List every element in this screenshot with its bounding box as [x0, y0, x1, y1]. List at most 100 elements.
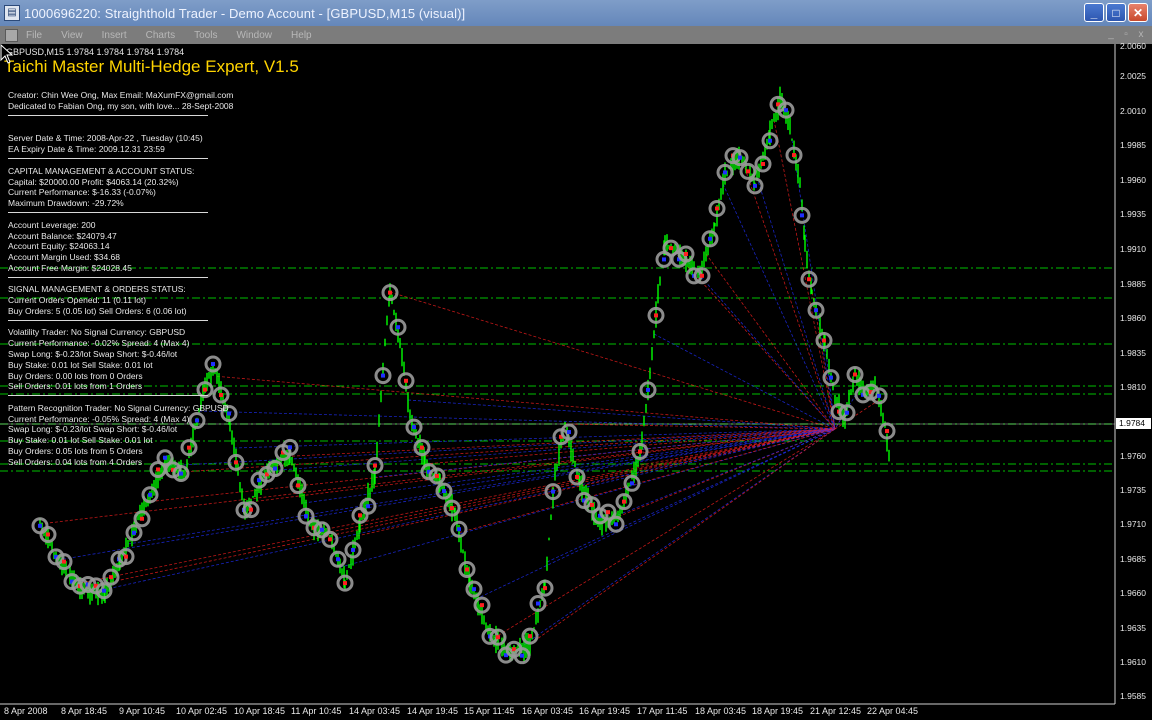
order-marker-dot [575, 474, 579, 479]
price-label: 2.0010 [1120, 106, 1146, 116]
info-capital-header: CAPITAL MANAGEMENT & ACCOUNT STATUS: [8, 166, 195, 176]
window-title: 1000696220: Straighthold Trader - Demo A… [24, 5, 466, 21]
menu-window[interactable]: Window [236, 30, 272, 41]
separator [8, 212, 208, 213]
hedge-order-line [722, 183, 836, 430]
info-buy-sell-orders: Buy Orders: 5 (0.05 lot) Sell Orders: 6 … [8, 306, 187, 316]
order-marker-dot [877, 393, 881, 398]
order-marker-dot [234, 460, 238, 465]
mouse-cursor-icon [0, 44, 14, 64]
time-label: 22 Apr 04:45 [867, 706, 919, 716]
order-marker-dot [219, 393, 223, 398]
hedge-order-line [511, 428, 836, 654]
price-label: 1.9860 [1120, 313, 1146, 323]
order-marker-dot [465, 567, 469, 572]
order-marker-dot [738, 155, 742, 160]
order-marker-dot [457, 527, 461, 532]
separator [8, 277, 208, 278]
menu-file[interactable]: File [26, 30, 42, 41]
hedge-order-line [687, 261, 836, 430]
order-marker-dot [388, 290, 392, 295]
order-marker-dot [38, 523, 42, 528]
price-label: 1.9960 [1120, 175, 1146, 185]
order-marker-dot [496, 635, 500, 640]
order-marker-dot [630, 481, 634, 486]
order-marker-dot [614, 522, 618, 527]
order-marker-dot [480, 603, 484, 608]
title-bar: ▤ 1000696220: Straighthold Trader - Demo… [0, 0, 1152, 26]
price-chart[interactable]: GBPUSD,M15 1.9784 1.9784 1.9784 1.9784 T… [0, 41, 1152, 720]
order-marker-dot [396, 325, 400, 330]
info-free-margin: Account Free Margin: $24028.45 [8, 263, 132, 273]
document-icon[interactable] [5, 28, 18, 42]
app-icon[interactable]: ▤ [4, 5, 20, 21]
window-controls: _ □ ✕ [1084, 3, 1148, 22]
hedge-order-line [198, 410, 836, 430]
time-label: 10 Apr 18:45 [234, 706, 286, 716]
order-marker-dot [124, 554, 128, 559]
price-axis[interactable]: 2.0060 2.0025 2.0010 1.9985 1.9960 1.993… [1116, 41, 1152, 704]
info-orders-opened: Current Orders Opened: 11 (0.11 lot) [8, 295, 147, 305]
info-pr-performance: Current Performance: -0.05% Spread: 4 (M… [8, 414, 190, 424]
time-label: 18 Apr 19:45 [752, 706, 804, 716]
hedge-order-line [180, 428, 836, 473]
order-marker-dot [351, 547, 355, 552]
order-marker-dot [622, 499, 626, 504]
hedge-order-line [389, 291, 836, 430]
order-marker-dot [822, 338, 826, 343]
order-marker-dot [320, 527, 324, 532]
current-price-tag: 1.9784 [1116, 418, 1151, 429]
order-marker-dot [328, 537, 332, 542]
menu-tools[interactable]: Tools [194, 30, 217, 41]
time-label: 8 Apr 2008 [4, 706, 48, 716]
order-marker-dot [567, 430, 571, 435]
order-marker-dot [336, 557, 340, 562]
mdi-close-button[interactable]: x [1134, 28, 1148, 41]
chart-canvas[interactable] [0, 44, 1152, 720]
info-dedication: Dedicated to Fabian Ong, my son, with lo… [8, 101, 234, 111]
menu-view[interactable]: View [61, 30, 83, 41]
order-marker-dot [249, 507, 253, 512]
close-button[interactable]: ✕ [1128, 3, 1148, 22]
order-marker-dot [700, 273, 704, 278]
price-label: 1.9910 [1120, 244, 1146, 254]
order-marker-dot [304, 514, 308, 519]
time-label: 14 Apr 03:45 [349, 706, 401, 716]
order-marker-dot [528, 634, 532, 639]
price-label: 1.9760 [1120, 451, 1146, 461]
info-margin-used: Account Margin Used: $34.68 [8, 252, 120, 262]
order-marker-dot [807, 277, 811, 282]
order-marker-dot [662, 257, 666, 262]
order-marker-dot [885, 429, 889, 434]
menu-help[interactable]: Help [291, 30, 312, 41]
info-vt-swap: Swap Long: $-0.23/lot Swap Short: $-0.46… [8, 349, 178, 359]
time-label: 9 Apr 10:45 [119, 706, 166, 716]
info-pr-swap: Swap Long: $-0.23/lot Swap Short: $-0.46… [8, 424, 178, 434]
menu-insert[interactable]: Insert [102, 30, 127, 41]
order-marker-dot [784, 108, 788, 113]
price-label: 1.9935 [1120, 209, 1146, 219]
order-marker-dot [845, 410, 849, 415]
order-marker-dot [800, 213, 804, 218]
hedge-order-line [268, 428, 836, 472]
order-marker-dot [646, 387, 650, 392]
order-marker-dot [435, 473, 439, 478]
mdi-controls: _ ▫ x [1104, 28, 1148, 41]
price-label: 1.9610 [1120, 657, 1146, 667]
order-marker-dot [590, 502, 594, 507]
time-label: 18 Apr 03:45 [695, 706, 747, 716]
minimize-button[interactable]: _ [1084, 3, 1104, 22]
separator [8, 395, 208, 396]
menu-charts[interactable]: Charts [146, 30, 175, 41]
ea-title: Taichi Master Multi-Hedge Expert, V1.5 [4, 57, 299, 76]
mdi-minimize-button[interactable]: _ [1104, 28, 1118, 41]
order-marker-dot [723, 170, 727, 175]
mdi-restore-button[interactable]: ▫ [1119, 28, 1133, 41]
order-marker-dot [381, 373, 385, 378]
order-marker-dot [211, 362, 215, 367]
time-label: 16 Apr 03:45 [522, 706, 574, 716]
order-marker-dot [203, 387, 207, 392]
maximize-button[interactable]: □ [1106, 3, 1126, 22]
info-vt-performance: Current Performance: -0.02% Spread: 4 (M… [8, 338, 190, 348]
order-marker-dot [109, 575, 113, 580]
